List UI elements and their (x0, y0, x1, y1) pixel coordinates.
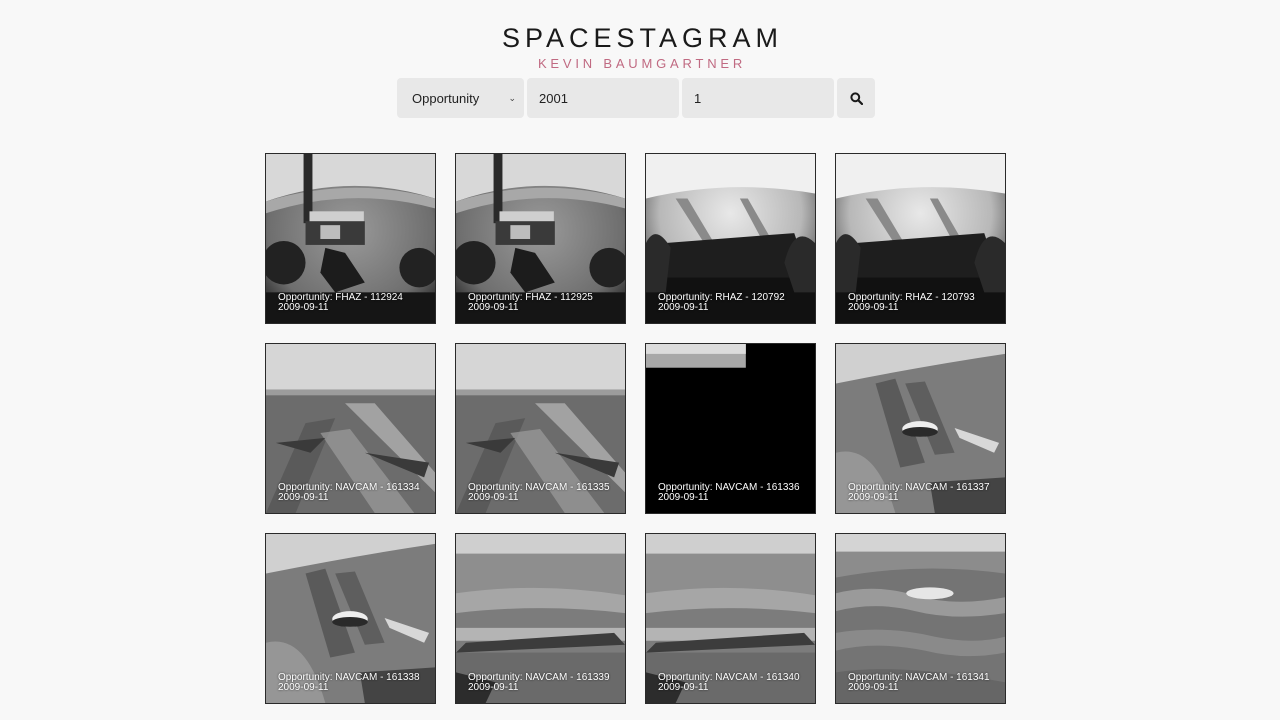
photo-caption: Opportunity: NAVCAM - 161336 2009-09-11 (658, 483, 800, 503)
photo-date: 2009-09-11 (278, 492, 329, 503)
photo-date: 2009-09-11 (468, 302, 519, 313)
photo-card[interactable]: Opportunity: NAVCAM - 161337 2009-09-11 (835, 343, 1006, 514)
search-icon (849, 91, 863, 105)
photo-card[interactable]: Opportunity: RHAZ - 120792 2009-09-11 (645, 153, 816, 324)
photo-caption: Opportunity: NAVCAM - 161339 2009-09-11 (468, 673, 610, 693)
photo-date: 2009-09-11 (278, 682, 329, 693)
photo-caption: Opportunity: RHAZ - 120792 2009-09-11 (658, 293, 785, 313)
photo-card[interactable]: Opportunity: FHAZ - 112925 2009-09-11 (455, 153, 626, 324)
photo-card[interactable]: Opportunity: NAVCAM - 161338 2009-09-11 (265, 533, 436, 704)
page-header: SPACESTAGRAM KEVIN BAUMGARTNER (0, 22, 1280, 72)
photo-date: 2009-09-11 (658, 302, 709, 313)
sol-input[interactable]: 2001 (527, 78, 679, 118)
photo-date: 2009-09-11 (658, 682, 709, 693)
chevron-down-icon: ⌄ (508, 92, 516, 103)
photo-card[interactable]: Opportunity: NAVCAM - 161336 2009-09-11 (645, 343, 816, 514)
photo-card[interactable]: Opportunity: NAVCAM - 161340 2009-09-11 (645, 533, 816, 704)
photo-date: 2009-09-11 (468, 492, 519, 503)
photo-card[interactable]: Opportunity: NAVCAM - 161334 2009-09-11 (265, 343, 436, 514)
photo-date: 2009-09-11 (848, 302, 899, 313)
rover-select[interactable]: Opportunity ⌄ (397, 78, 524, 118)
rover-select-value: Opportunity (412, 90, 480, 106)
photo-grid: Opportunity: FHAZ - 112924 2009-09-11 Opp… (265, 153, 1006, 704)
photo-caption: Opportunity: NAVCAM - 161338 2009-09-11 (278, 673, 420, 693)
page-input-value: 1 (694, 90, 702, 106)
photo-caption: Opportunity: NAVCAM - 161341 2009-09-11 (848, 673, 990, 693)
photo-date: 2009-09-11 (848, 492, 899, 503)
photo-caption: Opportunity: NAVCAM - 161340 2009-09-11 (658, 673, 800, 693)
photo-caption: Opportunity: FHAZ - 112925 2009-09-11 (468, 293, 593, 313)
photo-card[interactable]: Opportunity: FHAZ - 112924 2009-09-11 (265, 153, 436, 324)
photo-card[interactable]: Opportunity: NAVCAM - 161335 2009-09-11 (455, 343, 626, 514)
photo-date: 2009-09-11 (278, 302, 329, 313)
photo-caption: Opportunity: NAVCAM - 161337 2009-09-11 (848, 483, 990, 503)
photo-card[interactable]: Opportunity: RHAZ - 120793 2009-09-11 (835, 153, 1006, 324)
photo-caption: Opportunity: NAVCAM - 161334 2009-09-11 (278, 483, 420, 503)
photo-caption: Opportunity: RHAZ - 120793 2009-09-11 (848, 293, 975, 313)
photo-date: 2009-09-11 (848, 682, 899, 693)
photo-card[interactable]: Opportunity: NAVCAM - 161341 2009-09-11 (835, 533, 1006, 704)
sol-input-value: 2001 (539, 90, 568, 106)
photo-caption: Opportunity: NAVCAM - 161335 2009-09-11 (468, 483, 610, 503)
photo-date: 2009-09-11 (468, 682, 519, 693)
photo-date: 2009-09-11 (658, 492, 709, 503)
site-title: SPACESTAGRAM (501, 23, 784, 53)
author-name: KEVIN BAUMGARTNER (537, 56, 747, 71)
search-button[interactable] (837, 78, 875, 118)
page-input[interactable]: 1 (682, 78, 834, 118)
photo-caption: Opportunity: FHAZ - 112924 2009-09-11 (278, 293, 403, 313)
search-controls: Opportunity ⌄ 2001 1 (397, 78, 875, 118)
photo-card[interactable]: Opportunity: NAVCAM - 161339 2009-09-11 (455, 533, 626, 704)
